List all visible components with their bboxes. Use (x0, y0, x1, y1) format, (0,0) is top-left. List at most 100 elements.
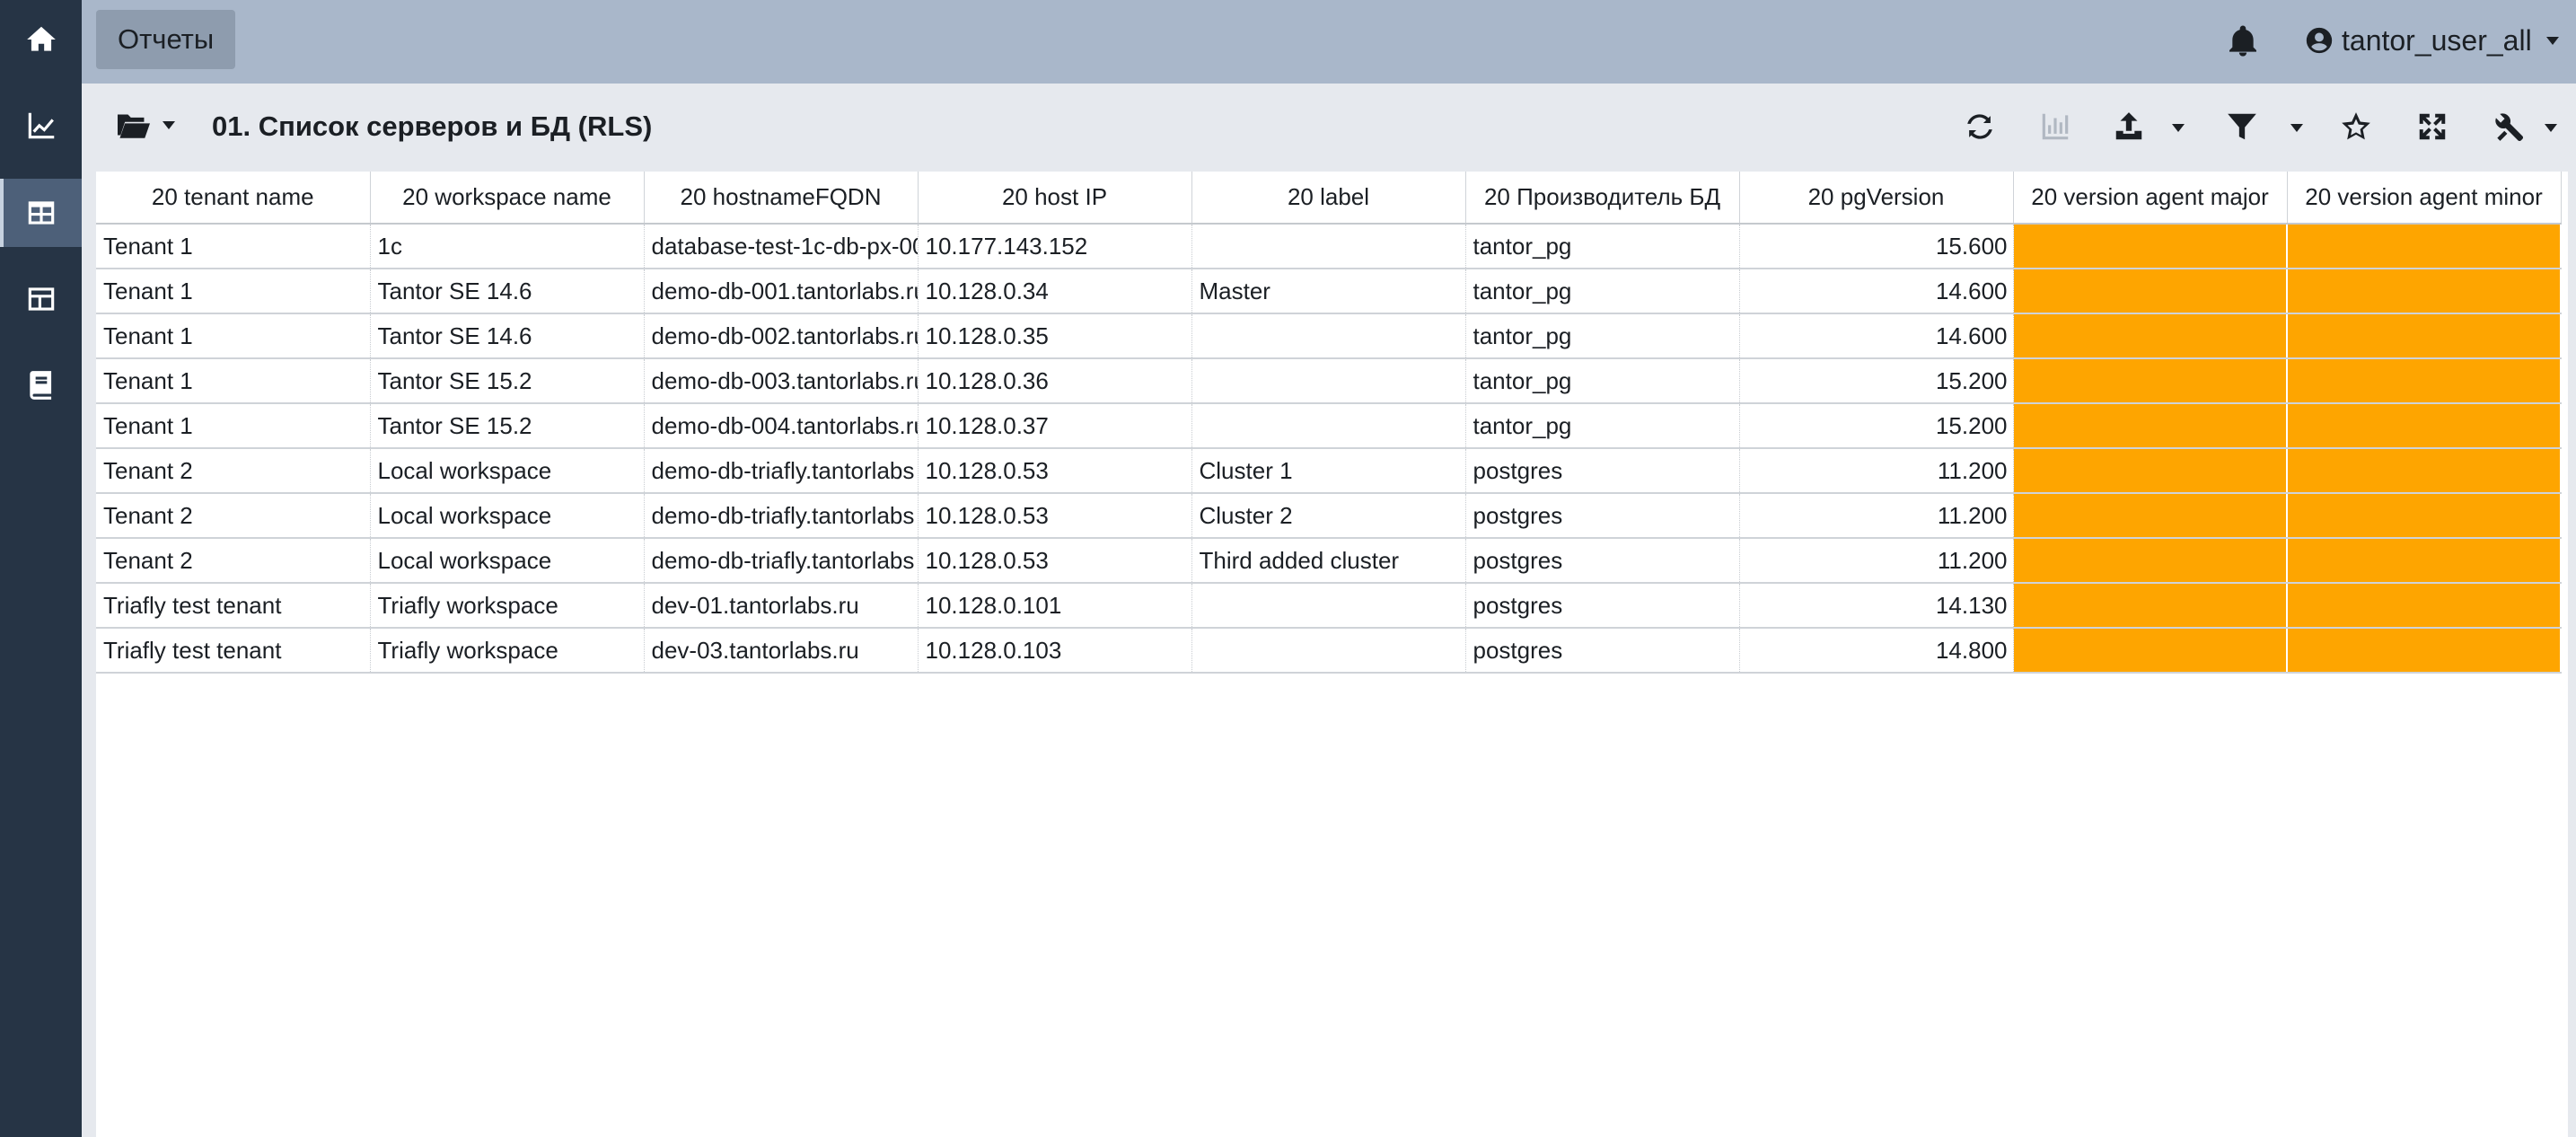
folder-menu-button[interactable] (116, 109, 175, 141)
table-cell: Tantor SE 14.6 (370, 269, 645, 314)
table-cell: 14.800 (1739, 628, 2014, 674)
table-cell: 15.200 (1739, 403, 2014, 449)
table-cell (2287, 224, 2562, 269)
table-cell: Tenant 2 (96, 493, 371, 539)
settings-dropdown-icon[interactable] (2545, 124, 2557, 132)
refresh-icon (1967, 114, 1992, 139)
table-cell: demo-db-003.tantorlabs.ru (644, 358, 919, 404)
table-cell: 10.128.0.101 (918, 583, 1192, 629)
table-cell: Third added cluster (1191, 538, 1466, 584)
table-cell (2013, 538, 2288, 584)
user-name: tantor_user_all (2342, 23, 2532, 57)
table-cell (2013, 224, 2288, 269)
sidebar-item-home[interactable] (0, 5, 82, 74)
sidebar-item-tables[interactable] (0, 179, 82, 247)
user-menu[interactable]: tantor_user_all (2304, 20, 2559, 61)
sidebar-item-docs[interactable] (0, 351, 82, 419)
table-cell: postgres (1465, 538, 1740, 584)
table-cell (2287, 403, 2562, 449)
table-cell: Tantor SE 15.2 (370, 403, 645, 449)
table-cell: tantor_pg (1465, 269, 1740, 314)
table-cell: Tenant 1 (96, 224, 371, 269)
expand-icon (2419, 113, 2446, 140)
table-cell: demo-db-001.tantorlabs.ru (644, 269, 919, 314)
table-cell: 14.600 (1739, 269, 2014, 314)
settings-button[interactable] (2491, 109, 2527, 145)
refresh-button[interactable] (1962, 109, 1998, 145)
bar-chart-icon (2042, 113, 2069, 140)
report-toolbar: 01. Список серверов и БД (RLS) (82, 84, 2576, 172)
export-button[interactable] (2111, 109, 2147, 145)
table-cell: Tenant 2 (96, 538, 371, 584)
filter-icon (2228, 113, 2256, 140)
table-cell: Tenant 2 (96, 448, 371, 494)
sidebar-item-charts[interactable] (0, 92, 82, 160)
table-cell: demo-db-triafly.tantorlabs (644, 538, 919, 584)
table-cell: Tenant 1 (96, 313, 371, 359)
table-cell: Tenant 1 (96, 269, 371, 314)
layout-icon (28, 287, 54, 311)
top-bar: Отчеты tantor_user_all (82, 0, 2576, 84)
chevron-down-icon (163, 120, 175, 129)
column-header[interactable]: 20 hostnameFQDN (644, 172, 919, 225)
table-cell: 10.128.0.36 (918, 358, 1192, 404)
fullscreen-button[interactable] (2414, 109, 2450, 145)
sidebar (0, 0, 82, 1137)
table-cell: demo-db-triafly.tantorlabs (644, 448, 919, 494)
column-header[interactable]: 20 pgVersion (1739, 172, 2014, 225)
table-row[interactable]: Tenant 1 1c database-test-1c-db-px-00 10.17… (96, 224, 2562, 269)
export-dropdown-icon[interactable] (2172, 124, 2185, 132)
table-cell: 15.600 (1739, 224, 2014, 269)
table-cell: 14.130 (1739, 583, 2014, 629)
chart-view-button[interactable] (2037, 109, 2073, 145)
favorite-button[interactable] (2338, 109, 2374, 145)
table-header-row: 20 tenant name 20 workspace name 20 hostna… (96, 172, 2562, 225)
table-cell (2287, 538, 2562, 584)
table-cell (2013, 583, 2288, 629)
table-row[interactable]: Tenant 1 Tantor SE 14.6 demo-db-001.tantor… (96, 269, 2562, 314)
table-cell (1191, 628, 1466, 674)
table-cell: Triafly test tenant (96, 628, 371, 674)
column-header[interactable]: 20 version agent major (2013, 172, 2288, 225)
filter-button[interactable] (2224, 109, 2260, 145)
bell-icon[interactable] (2225, 23, 2261, 59)
table-cell (2287, 269, 2562, 314)
reports-button[interactable]: Отчеты (96, 10, 236, 69)
table-cell: Tantor SE 15.2 (370, 358, 645, 404)
table-row[interactable]: Tenant 1 Tantor SE 15.2 demo-db-003.tantor… (96, 358, 2562, 404)
table-cell: postgres (1465, 448, 1740, 494)
sidebar-item-layouts[interactable] (0, 265, 82, 333)
chevron-down-icon (2545, 36, 2559, 45)
column-header[interactable]: 20 Производитель БД (1465, 172, 1740, 225)
table-cell: dev-03.tantorlabs.ru (644, 628, 919, 674)
column-header[interactable]: 20 tenant name (96, 172, 371, 225)
table-cell (1191, 313, 1466, 359)
table-row[interactable]: Tenant 2 Local workspace demo-db-triafly.t… (96, 538, 2562, 584)
table-cell: postgres (1465, 493, 1740, 539)
table-cell: Local workspace (370, 493, 645, 539)
table-cell: Local workspace (370, 448, 645, 494)
table-cell (1191, 403, 1466, 449)
table-row[interactable]: Tenant 1 Tantor SE 15.2 demo-db-004.tantor… (96, 403, 2562, 449)
table-cell: 10.128.0.37 (918, 403, 1192, 449)
table-row[interactable]: Tenant 1 Tantor SE 14.6 demo-db-002.tantor… (96, 313, 2562, 359)
table-cell (2013, 269, 2288, 314)
column-header[interactable]: 20 host IP (918, 172, 1192, 225)
table-cell (1191, 583, 1466, 629)
table-cell (2287, 583, 2562, 629)
column-header[interactable]: 20 workspace name (370, 172, 645, 225)
home-icon (26, 26, 56, 51)
filter-dropdown-icon[interactable] (2290, 124, 2303, 132)
table-cell: 11.200 (1739, 538, 2014, 584)
table-row[interactable]: Triafly test tenant Triafly workspace dev-… (96, 583, 2562, 629)
table-row[interactable]: Triafly test tenant Triafly workspace dev-… (96, 628, 2562, 674)
star-icon (2342, 112, 2370, 140)
column-header[interactable]: 20 label (1191, 172, 1466, 225)
column-header[interactable]: 20 version agent minor (2287, 172, 2562, 225)
reports-label: Отчеты (118, 23, 215, 55)
table-row[interactable]: Tenant 2 Local workspace demo-db-triafly.t… (96, 493, 2562, 539)
table-cell: postgres (1465, 583, 1740, 629)
report-table: 20 tenant name 20 workspace name 20 hostna… (96, 172, 2568, 1137)
table-row[interactable]: Tenant 2 Local workspace demo-db-triafly.t… (96, 448, 2562, 494)
table-cell: 10.128.0.53 (918, 493, 1192, 539)
